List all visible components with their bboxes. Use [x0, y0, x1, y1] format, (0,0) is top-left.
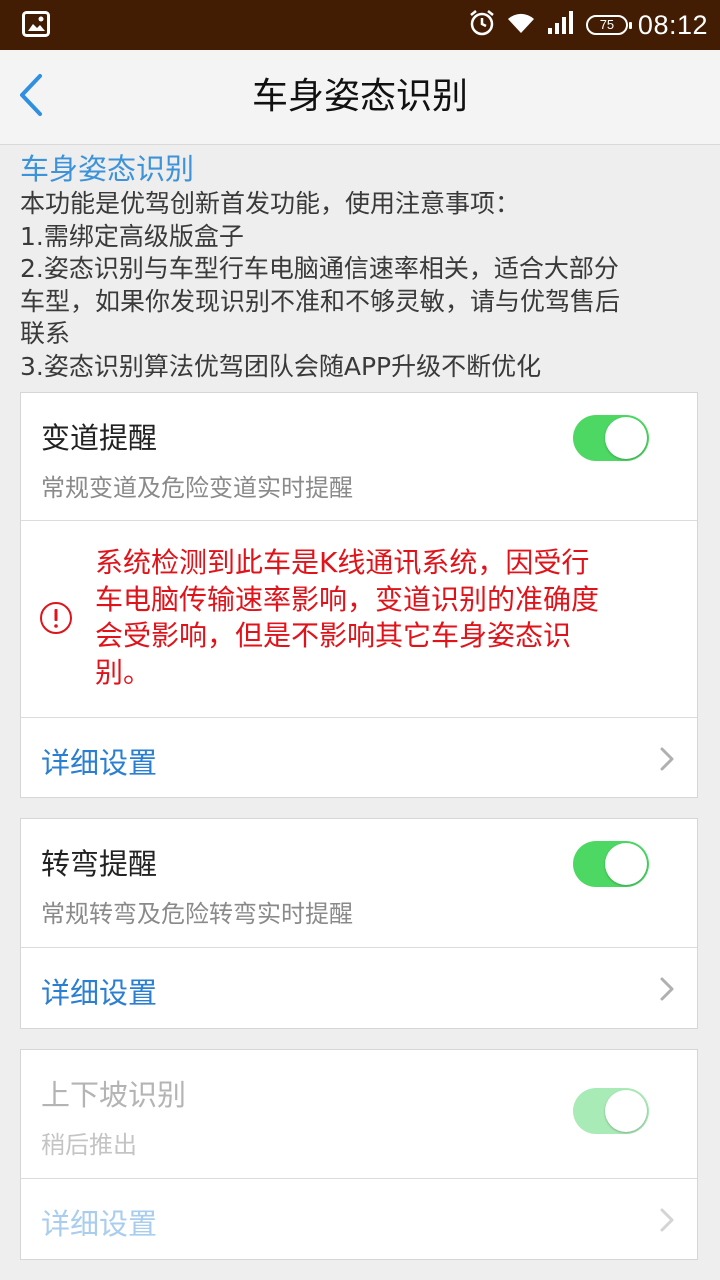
lane-change-subtitle: 常规变道及危险变道实时提醒 [41, 474, 353, 502]
toggle-knob [605, 417, 647, 459]
intro-title: 车身姿态识别 [20, 152, 195, 186]
chevron-right-icon [660, 977, 674, 1001]
signal-icon [546, 10, 576, 40]
slope-subtitle: 稍后推出 [41, 1131, 137, 1159]
warning-line: 系统检测到此车是K线通讯系统，因受行 [95, 546, 590, 579]
page-title: 车身姿态识别 [251, 76, 468, 117]
chevron-right-icon [660, 747, 674, 771]
turn-detail-row[interactable]: 详细设置 [21, 948, 697, 1029]
detail-settings-label: 详细设置 [41, 746, 158, 780]
warning-message: 系统检测到此车是K线通讯系统，因受行 车电脑传输速率影响，变道识别的准确度 会受… [95, 545, 685, 691]
turn-title: 转弯提醒 [41, 847, 158, 881]
turn-subtitle: 常规转弯及危险转弯实时提醒 [41, 900, 353, 928]
wifi-icon [506, 11, 536, 39]
alarm-icon [468, 9, 496, 41]
warning-row: 系统检测到此车是K线通讯系统，因受行 车电脑传输速率影响，变道识别的准确度 会受… [21, 521, 697, 718]
detail-settings-label: 详细设置 [41, 1207, 158, 1241]
slope-title: 上下坡识别 [41, 1078, 187, 1112]
slope-row: 上下坡识别 稍后推出 [21, 1050, 697, 1179]
nav-bar: 车身姿态识别 [0, 50, 720, 145]
warning-icon [40, 602, 72, 634]
intro-line: 本功能是优驾创新首发功能，使用注意事项： [20, 189, 521, 218]
warning-line: 别。 [95, 655, 152, 689]
warning-line: 会受影响，但是不影响其它车身姿态识 [95, 619, 572, 652]
lane-change-card: 变道提醒 常规变道及危险变道实时提醒 系统检测到此车是K线通讯系统，因受行 车电… [20, 392, 698, 798]
slope-card: 上下坡识别 稍后推出 详细设置 [20, 1049, 698, 1260]
intro-line: 车型，如果你发现识别不准和不够灵敏，请与优驾售后 [20, 286, 621, 316]
detail-settings-label: 详细设置 [41, 976, 158, 1010]
lane-change-toggle[interactable] [573, 415, 649, 461]
turn-toggle[interactable] [573, 841, 649, 887]
intro-line: 3.姿态识别算法优驾团队会随APP升级不断优化 [20, 351, 542, 381]
chevron-right-icon [660, 1208, 674, 1232]
toggle-knob [605, 1090, 647, 1132]
lane-change-detail-row[interactable]: 详细设置 [21, 718, 697, 799]
intro-line: 联系 [20, 319, 71, 348]
turn-row: 转弯提醒 常规转弯及危险转弯实时提醒 [21, 819, 697, 948]
intro-section: 车身姿态识别 本功能是优驾创新首发功能，使用注意事项： 1.需绑定高级版盒子 2… [20, 150, 710, 383]
intro-line: 2.姿态识别与车型行车电脑通信速率相关，适合大部分 [20, 254, 619, 283]
battery-icon: 75 [585, 15, 632, 35]
warning-line: 车电脑传输速率影响，变道识别的准确度 [95, 582, 600, 616]
image-icon [22, 11, 50, 41]
lane-change-row: 变道提醒 常规变道及危险变道实时提醒 [21, 393, 697, 521]
status-time: 08:12 [637, 9, 708, 40]
intro-line: 1.需绑定高级版盒子 [20, 221, 244, 251]
slope-toggle [573, 1088, 649, 1134]
turn-card: 转弯提醒 常规转弯及危险转弯实时提醒 详细设置 [20, 818, 698, 1029]
status-bar: 75 08:12 [0, 0, 720, 50]
slope-detail-row: 详细设置 [21, 1179, 697, 1260]
toggle-knob [605, 843, 647, 885]
lane-change-title: 变道提醒 [41, 421, 158, 455]
